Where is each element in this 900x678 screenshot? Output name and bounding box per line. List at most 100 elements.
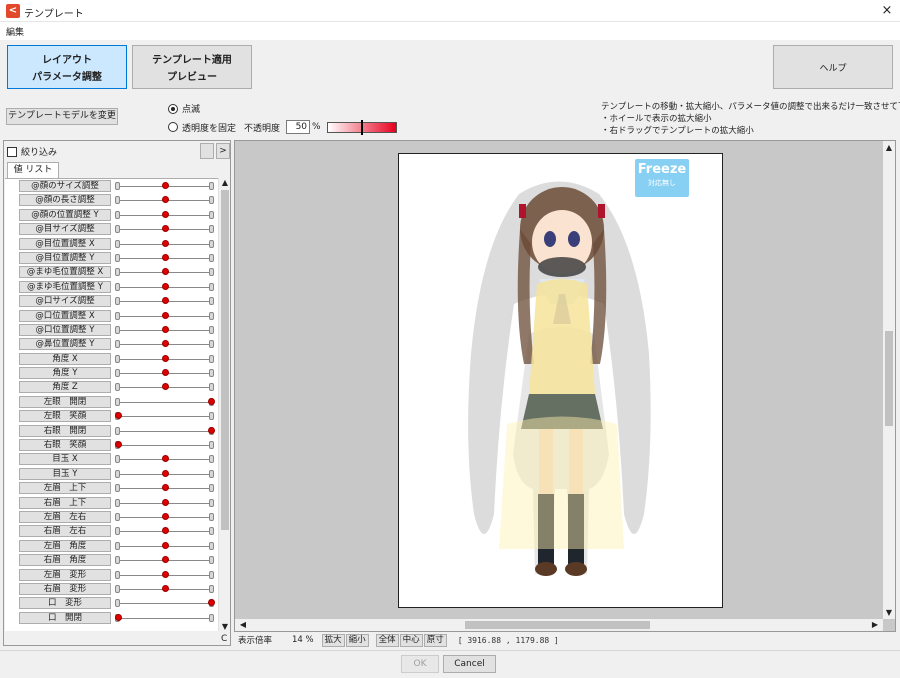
parameter-label-button[interactable]: @目サイズ調整: [19, 223, 111, 236]
parameter-label-button[interactable]: 左眉 変形: [19, 568, 111, 581]
slider-knob[interactable]: [161, 383, 169, 391]
layout-parameter-button[interactable]: レイアウト パラメータ調整: [7, 45, 127, 89]
parameter-slider[interactable]: [118, 603, 212, 605]
canvas-horizontal-scroll-thumb[interactable]: [465, 621, 650, 629]
slider-knob[interactable]: [161, 556, 169, 564]
slider-knob[interactable]: [161, 584, 169, 592]
parameter-slider[interactable]: [118, 430, 212, 432]
fix-opacity-option[interactable]: 透明度を固定 不透明度 50 %: [168, 119, 397, 135]
slider-knob[interactable]: [161, 210, 169, 218]
slider-knob[interactable]: [115, 412, 122, 420]
change-model-button[interactable]: テンプレートモデルを変更: [6, 108, 118, 125]
opacity-input[interactable]: 50: [286, 120, 311, 134]
slider-knob[interactable]: [115, 613, 122, 621]
ok-button[interactable]: OK: [401, 655, 439, 673]
slider-knob[interactable]: [161, 498, 169, 506]
parameter-label-button[interactable]: @鼻位置調整 Y: [19, 338, 111, 351]
parameter-slider[interactable]: [118, 445, 212, 447]
menu-edit[interactable]: 編集: [6, 25, 24, 38]
parameter-label-button[interactable]: @目位置調整 Y: [19, 251, 111, 264]
parameter-label-button[interactable]: 口 開閉: [19, 611, 111, 624]
parameter-list-scrollbar[interactable]: ▲ ▼: [218, 178, 230, 631]
blink-radio[interactable]: [168, 103, 178, 114]
parameter-label-button[interactable]: @口位置調整 Y: [19, 323, 111, 336]
parameter-label-button[interactable]: @まゆ毛位置調整 Y: [19, 280, 111, 293]
parameter-list-scroll-thumb[interactable]: [221, 190, 229, 530]
parameter-label-button[interactable]: 目玉 X: [19, 453, 111, 466]
parameter-label-button[interactable]: 右眼 笑顔: [19, 439, 111, 452]
parameter-label-button[interactable]: 右眉 変形: [19, 582, 111, 595]
parameter-label-button[interactable]: 角度 Z: [19, 381, 111, 394]
slider-knob[interactable]: [161, 297, 169, 305]
parameter-label-button[interactable]: 口 変形: [19, 597, 111, 610]
slider-knob[interactable]: [161, 354, 169, 362]
center-button[interactable]: 中心: [399, 633, 423, 647]
opacity-slider-handle[interactable]: [360, 119, 363, 135]
original-size-button[interactable]: 原寸: [423, 633, 447, 647]
expand-button[interactable]: >: [216, 143, 230, 159]
slider-knob[interactable]: [161, 311, 169, 319]
parameter-label-button[interactable]: @目位置調整 X: [19, 237, 111, 250]
slider-knob[interactable]: [161, 484, 169, 492]
zoom-in-button[interactable]: 拡大: [321, 633, 345, 647]
slider-knob[interactable]: [161, 369, 169, 377]
scroll-down-icon[interactable]: ▼: [219, 622, 231, 631]
parameter-label-button[interactable]: @口位置調整 X: [19, 309, 111, 322]
apply-preview-button[interactable]: テンプレート適用 プレビュー: [132, 45, 252, 89]
parameter-label-button[interactable]: 左眉 角度: [19, 539, 111, 552]
parameter-label-button[interactable]: 右眼 開閉: [19, 424, 111, 437]
parameter-slider[interactable]: [118, 416, 212, 418]
canvas-horizontal-scrollbar[interactable]: ◀ ▶: [235, 619, 883, 631]
canvas-vertical-scrollbar[interactable]: ▲ ▼: [883, 141, 895, 619]
parameter-label-button[interactable]: 左眼 笑顔: [19, 410, 111, 423]
canvas-scroll-down-icon[interactable]: ▼: [883, 608, 895, 617]
close-button[interactable]: ×: [874, 0, 900, 22]
parameter-label-button[interactable]: 角度 Y: [19, 367, 111, 380]
slider-knob[interactable]: [161, 469, 169, 477]
slider-knob[interactable]: [161, 340, 169, 348]
canvas-vertical-scroll-thumb[interactable]: [885, 331, 893, 426]
parameter-label-button[interactable]: 右眉 左右: [19, 525, 111, 538]
parameter-label-button[interactable]: 左眼 開閉: [19, 395, 111, 408]
list-menu-button[interactable]: [200, 143, 214, 159]
slider-knob[interactable]: [161, 541, 169, 549]
parameter-label-button[interactable]: 右眉 上下: [19, 496, 111, 509]
slider-knob[interactable]: [161, 455, 169, 463]
scroll-up-icon[interactable]: ▲: [219, 178, 231, 187]
opacity-slider[interactable]: [326, 119, 397, 135]
slider-knob[interactable]: [208, 426, 215, 434]
slider-knob[interactable]: [161, 225, 169, 233]
slider-knob[interactable]: [161, 527, 169, 535]
filter-checkbox[interactable]: [7, 146, 17, 157]
tab-value-list[interactable]: 値 リスト: [7, 162, 59, 178]
slider-knob[interactable]: [115, 441, 122, 449]
slider-knob[interactable]: [161, 182, 169, 189]
slider-knob[interactable]: [161, 570, 169, 578]
parameter-slider[interactable]: [118, 617, 212, 619]
parameter-label-button[interactable]: 目玉 Y: [19, 467, 111, 480]
slider-knob[interactable]: [161, 268, 169, 276]
parameter-label-button[interactable]: @顔の位置調整 Y: [19, 208, 111, 221]
slider-knob[interactable]: [161, 512, 169, 520]
canvas-scroll-right-icon[interactable]: ▶: [869, 620, 881, 629]
parameter-label-button[interactable]: @まゆ毛位置調整 X: [19, 266, 111, 279]
parameter-label-button[interactable]: 右眉 角度: [19, 554, 111, 567]
fix-opacity-radio[interactable]: [168, 122, 178, 132]
slider-knob[interactable]: [161, 196, 169, 204]
parameter-label-button[interactable]: 角度 X: [19, 352, 111, 365]
fit-all-button[interactable]: 全体: [375, 633, 399, 647]
canvas-scroll-up-icon[interactable]: ▲: [883, 143, 895, 152]
parameter-label-button[interactable]: @口サイズ調整: [19, 295, 111, 308]
filter-option[interactable]: 絞り込み: [7, 145, 57, 158]
slider-knob[interactable]: [161, 239, 169, 247]
slider-knob[interactable]: [208, 397, 215, 405]
slider-knob[interactable]: [161, 325, 169, 333]
preview-canvas[interactable]: Freeze 対応無し ▲ ▼ ◀ ▶: [234, 140, 896, 632]
parameter-label-button[interactable]: @顔のサイズ調整: [19, 180, 111, 192]
blink-option[interactable]: 点滅: [168, 102, 200, 115]
parameter-label-button[interactable]: 左眉 左右: [19, 510, 111, 523]
parameter-label-button[interactable]: @顔の長さ調整: [19, 194, 111, 207]
help-button[interactable]: ヘルプ: [773, 45, 893, 89]
canvas-scroll-left-icon[interactable]: ◀: [237, 620, 249, 629]
parameter-label-button[interactable]: 左眉 上下: [19, 482, 111, 495]
